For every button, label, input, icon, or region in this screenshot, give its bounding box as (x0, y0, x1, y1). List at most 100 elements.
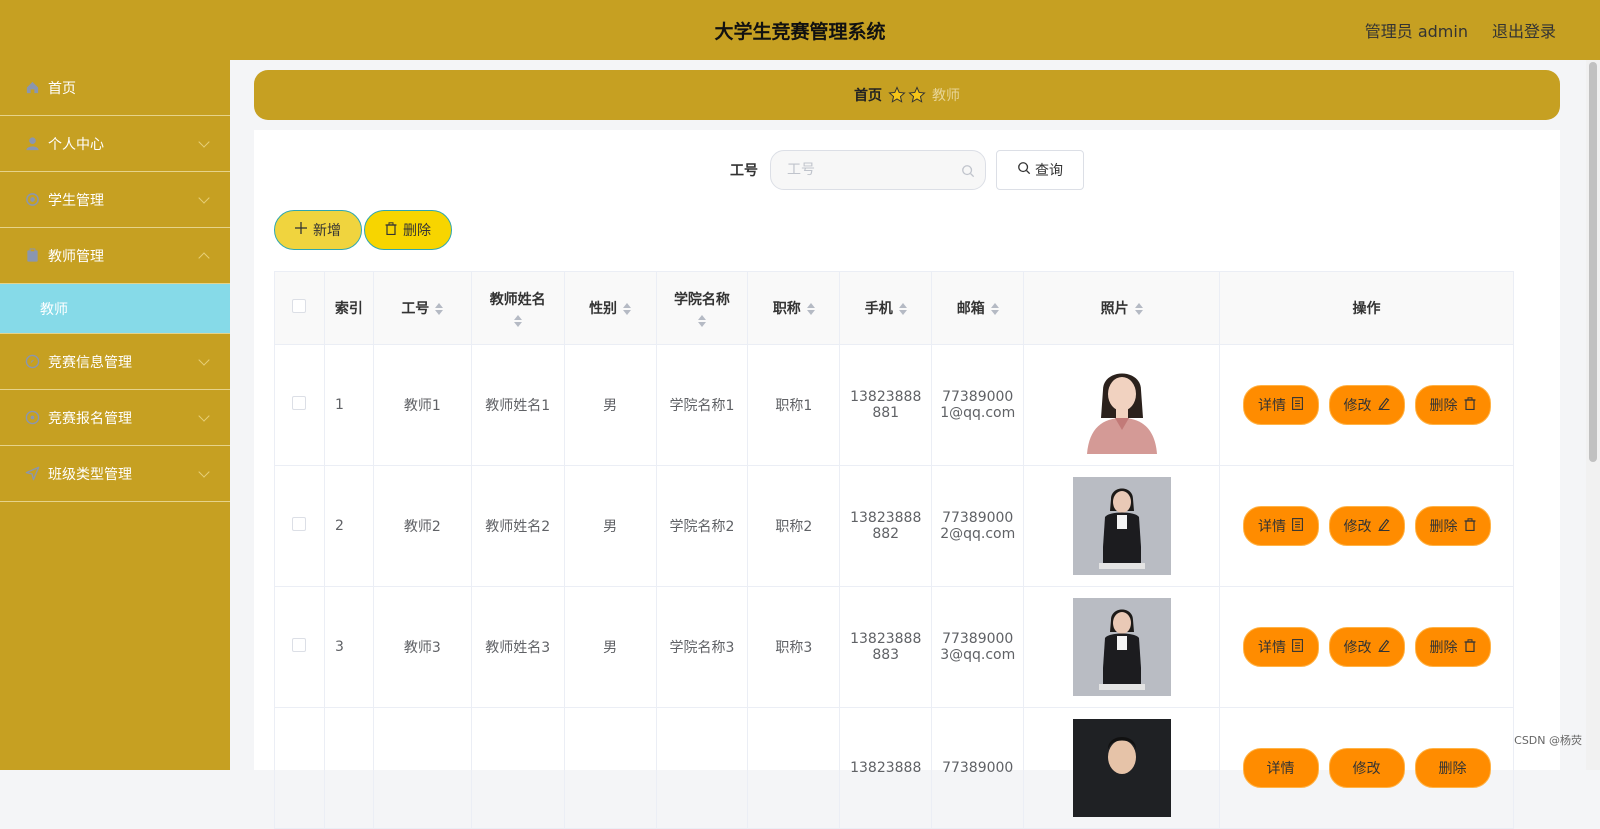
column-header-photo[interactable]: 照片 (1024, 272, 1220, 345)
detail-button[interactable]: 详情 (1243, 748, 1319, 788)
sort-icon[interactable] (514, 315, 522, 327)
table-row: 1 教师1 教师姓名1 男 学院名称1 职称1 13823888881 7738… (275, 345, 1514, 466)
edit-button[interactable]: 修改 (1329, 385, 1405, 425)
sort-icon[interactable] (991, 303, 999, 315)
cell-index: 3 (324, 587, 373, 708)
edit-button[interactable]: 修改 (1329, 748, 1405, 788)
scrollbar-thumb[interactable] (1589, 62, 1597, 462)
sort-icon[interactable] (899, 303, 907, 315)
teacher-photo (1073, 598, 1171, 696)
select-all-checkbox[interactable] (292, 299, 306, 313)
select-all-cell (275, 272, 325, 345)
cell-teacher-name: 教师姓名3 (471, 587, 564, 708)
user-icon (24, 136, 40, 152)
action-row: 新增 删除 (274, 210, 452, 250)
sidebar-item-label: 个人中心 (48, 134, 104, 154)
row-checkbox[interactable] (292, 638, 306, 652)
chevron-down-icon (198, 354, 209, 365)
detail-button[interactable]: 详情 (1243, 506, 1319, 546)
cell-gender: 男 (564, 345, 656, 466)
delete-button[interactable]: 删除 (1415, 627, 1491, 667)
trash-icon (1464, 397, 1476, 414)
sidebar-item-registration[interactable]: 竞赛报名管理 (0, 390, 230, 446)
trash-icon (1464, 518, 1476, 535)
sort-icon[interactable] (623, 303, 631, 315)
sort-icon[interactable] (1135, 303, 1143, 315)
edit-button[interactable]: 修改 (1329, 506, 1405, 546)
row-checkbox[interactable] (292, 396, 306, 410)
teacher-photo (1073, 477, 1171, 575)
pencil-icon (1378, 397, 1390, 414)
sort-icon[interactable] (698, 315, 706, 327)
cell-job-no: 教师1 (373, 345, 471, 466)
sidebar-subitem-label: 教师 (40, 299, 68, 319)
document-icon (1292, 518, 1303, 535)
cell-index (324, 708, 373, 829)
sidebar-item-class-type[interactable]: 班级类型管理 (0, 446, 230, 502)
sort-icon[interactable] (807, 303, 815, 315)
delete-button[interactable]: 删除 (1415, 385, 1491, 425)
cell-photo (1024, 708, 1220, 829)
column-header-email[interactable]: 邮箱 (932, 272, 1024, 345)
column-header-title[interactable]: 职称 (748, 272, 840, 345)
add-button-label: 新增 (313, 220, 341, 240)
cell-phone: 13823888883 (840, 587, 932, 708)
breadcrumb-home[interactable]: 首页 (854, 85, 882, 105)
vertical-scrollbar[interactable] (1586, 60, 1600, 770)
sidebar-item-personal-center[interactable]: 个人中心 (0, 116, 230, 172)
job-no-search-input[interactable] (771, 151, 985, 189)
breadcrumb-current: 教师 (932, 85, 960, 105)
detail-button[interactable]: 详情 (1243, 627, 1319, 667)
delete-button[interactable]: 删除 (1415, 506, 1491, 546)
user-area: 管理员 admin 退出登录 (1365, 18, 1556, 42)
home-icon (24, 80, 40, 96)
logout-button[interactable]: 退出登录 (1492, 18, 1556, 42)
top-bar: 大学生竞赛管理系统 管理员 admin 退出登录 (0, 0, 1600, 60)
sidebar-item-label: 班级类型管理 (48, 464, 132, 484)
admin-user-label[interactable]: 管理员 admin (1365, 18, 1468, 42)
column-header-teacher-name[interactable]: 教师姓名 (471, 272, 564, 345)
sidebar-item-label: 学生管理 (48, 190, 104, 210)
cell-ops: 详情 修改 删除 (1220, 345, 1514, 466)
cell-college: 学院名称3 (656, 587, 748, 708)
cell-title: 职称1 (748, 345, 840, 466)
query-button-label: 查询 (1035, 160, 1063, 180)
star-separator-icon (888, 86, 926, 104)
table-header-row: 索引 工号 教师姓名 性别 学院名称 职称 手机 邮箱 照片 操作 (275, 272, 1514, 345)
cell-college: 学院名称2 (656, 466, 748, 587)
delete-button[interactable]: 删除 (1415, 748, 1491, 788)
breadcrumb: 首页 教师 (254, 70, 1560, 120)
document-icon (1292, 639, 1303, 656)
sidebar-item-teacher-mgmt[interactable]: 教师管理 (0, 228, 230, 284)
query-button[interactable]: 查询 (996, 150, 1084, 190)
compass-icon (24, 354, 40, 370)
sidebar-item-student-mgmt[interactable]: 学生管理 (0, 172, 230, 228)
detail-button[interactable]: 详情 (1243, 385, 1319, 425)
trash-icon (1464, 639, 1476, 656)
trash-icon (385, 222, 397, 239)
teacher-photo (1073, 356, 1171, 454)
table-row: 13823888 77389000 详情 修改 删除 (275, 708, 1514, 829)
sidebar-item-home[interactable]: 首页 (0, 60, 230, 116)
search-label: 工号 (730, 160, 758, 180)
sort-icon[interactable] (435, 303, 443, 315)
cell-college: 学院名称1 (656, 345, 748, 466)
column-header-gender[interactable]: 性别 (564, 272, 656, 345)
sidebar-subitem-teacher[interactable]: 教师 (0, 284, 230, 334)
cell-job-no (373, 708, 471, 829)
edit-button[interactable]: 修改 (1329, 627, 1405, 667)
cell-teacher-name: 教师姓名2 (471, 466, 564, 587)
add-button[interactable]: 新增 (274, 210, 362, 250)
row-select-cell (275, 587, 325, 708)
column-header-college[interactable]: 学院名称 (656, 272, 748, 345)
batch-delete-button[interactable]: 删除 (364, 210, 452, 250)
column-header-job-no[interactable]: 工号 (373, 272, 471, 345)
row-checkbox[interactable] (292, 517, 306, 531)
chevron-down-icon (198, 410, 209, 421)
cell-gender (564, 708, 656, 829)
column-header-phone[interactable]: 手机 (840, 272, 932, 345)
cell-gender: 男 (564, 466, 656, 587)
cell-ops: 详情 修改 删除 (1220, 587, 1514, 708)
search-row: 工号 查询 (254, 150, 1560, 190)
sidebar-item-competition-info[interactable]: 竞赛信息管理 (0, 334, 230, 390)
